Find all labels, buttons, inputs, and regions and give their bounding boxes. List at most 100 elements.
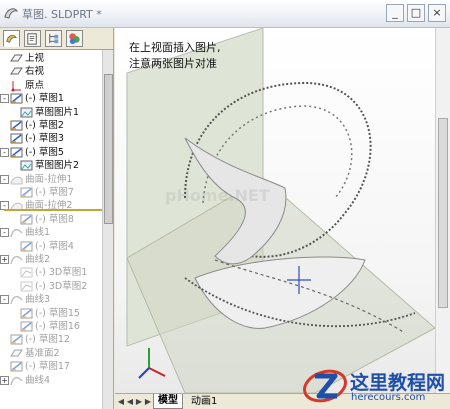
tree-item[interactable]: (-) 草图12 xyxy=(0,333,102,346)
tab-animation[interactable]: 动画1 xyxy=(187,395,221,409)
tree-item[interactable]: + 曲线4 xyxy=(0,374,102,387)
configuration-manager-tab[interactable] xyxy=(45,30,62,47)
tree-item[interactable]: - 曲线3 xyxy=(0,293,102,306)
watermark: pHome.NET xyxy=(165,186,270,205)
tree-item-label: (-) 草图4 xyxy=(35,240,74,252)
tree-item[interactable]: (-) 草图7 xyxy=(0,186,102,199)
tree-item[interactable]: 草图图片2 xyxy=(0,159,102,172)
tree-item-label: 曲线4 xyxy=(25,374,51,386)
tree-item-label: (-) 草图3 xyxy=(25,133,64,145)
site-url: herecours.com xyxy=(351,392,426,403)
display-icon xyxy=(69,33,80,45)
plane-icon xyxy=(10,347,23,360)
feature-tree: 上视 右视 原点 - (-) 草图1 草图图片1 (-) 草图2 (-) 草图3 - (-) 草图… xyxy=(0,52,102,409)
plane-icon xyxy=(10,52,23,65)
tree-item[interactable]: (-) 草图4 xyxy=(0,240,102,253)
sketch-icon xyxy=(10,132,23,145)
feature-manager-panel: 上视 右视 原点 - (-) 草图1 草图图片1 (-) 草图2 (-) 草图3 - (-) 草图… xyxy=(0,28,114,409)
surface-icon xyxy=(10,173,23,186)
axis-triad-icon xyxy=(138,348,166,379)
rollback-bar[interactable] xyxy=(4,209,102,211)
tree-expander[interactable]: - xyxy=(0,174,9,184)
panel-scrollbar[interactable] xyxy=(102,50,113,409)
tree-item[interactable]: (-) 草图3 xyxy=(0,132,102,145)
tree-item[interactable]: (-) 草图17 xyxy=(0,360,102,373)
plane-icon xyxy=(10,65,23,78)
viewport-scrollbar[interactable] xyxy=(435,28,450,393)
picture-icon xyxy=(20,106,33,119)
tree-item[interactable]: (-) 3D草图1 xyxy=(0,266,102,279)
tree-item[interactable]: 右视 xyxy=(0,65,102,78)
curve-icon xyxy=(10,293,23,306)
tree-item[interactable]: 基准面2 xyxy=(0,347,102,360)
tree-item[interactable]: (-) 草图16 xyxy=(0,320,102,333)
tree-item[interactable]: - (-) 草图1 xyxy=(0,92,102,105)
tree-item[interactable]: - (-) 草图5 xyxy=(0,146,102,159)
model-view[interactable] xyxy=(115,28,435,393)
tree-item-label: (-) 草图17 xyxy=(25,361,70,373)
tree-item-label: (-) 草图2 xyxy=(25,120,64,131)
tree-item-label: (-) 草图1 xyxy=(25,93,64,105)
property-manager-tab[interactable] xyxy=(24,30,41,47)
tree-item-label: 曲面-拉伸1 xyxy=(25,173,73,185)
graphics-area[interactable]: 在上视面插入图片, 注意两张图片对准 pHome.NET xyxy=(115,28,435,393)
tree-item[interactable]: - 曲线1 xyxy=(0,226,102,239)
tree-expander[interactable]: - xyxy=(0,228,9,238)
site-logo: 这里教程网 herecours.com xyxy=(300,362,450,409)
tree-item[interactable]: (-) 草图2 xyxy=(0,119,102,132)
tree-item-label: 草图图片1 xyxy=(35,106,80,118)
tree-item-label: (-) 草图7 xyxy=(35,187,74,198)
tree-expander[interactable]: - xyxy=(0,147,9,157)
tree-expander[interactable]: + xyxy=(0,375,9,385)
tree-item[interactable]: (-) 草图8 xyxy=(0,213,102,226)
sketch-icon xyxy=(10,119,23,132)
last-tab-button[interactable]: ▶ xyxy=(144,396,152,407)
sketch-icon xyxy=(10,146,23,159)
property-icon xyxy=(27,33,37,45)
tree-item-label: (-) 草图8 xyxy=(35,213,74,225)
tree-item-label: (-) 草图5 xyxy=(25,146,64,158)
tree-item-label: (-) 草图15 xyxy=(35,307,80,319)
tab-model[interactable]: 模型 xyxy=(153,394,183,409)
tree-item[interactable]: (-) 3D草图2 xyxy=(0,280,102,293)
prev-tab-button[interactable]: ◀ xyxy=(126,396,134,407)
feature-manager-tab[interactable] xyxy=(3,30,20,47)
window-title: 草图. SLDPRT * xyxy=(22,8,102,21)
tree-item-label: (-) 草图12 xyxy=(25,334,70,346)
sketch-icon xyxy=(20,213,33,226)
sketch-icon xyxy=(20,240,33,253)
tree-item-label: (-) 3D草图1 xyxy=(35,267,88,279)
sketch3d-icon xyxy=(20,266,33,279)
tree-expander[interactable]: - xyxy=(0,295,9,305)
tree-item-label: 草图图片2 xyxy=(35,160,80,172)
tree-item-label: 上视 xyxy=(25,53,45,64)
sketch-icon xyxy=(10,360,23,373)
site-name: 这里教程网 xyxy=(350,372,446,394)
tree-item[interactable]: + 曲线2 xyxy=(0,253,102,266)
annotation-note: 在上视面插入图片, 注意两张图片对准 xyxy=(129,40,221,72)
viewport-scroll-thumb[interactable] xyxy=(438,118,448,308)
next-tab-button[interactable]: ▶ xyxy=(135,396,143,407)
tree-expander[interactable]: + xyxy=(0,255,9,264)
tree-item[interactable]: 原点 xyxy=(0,79,102,92)
close-button[interactable]: × xyxy=(428,4,446,22)
display-manager-tab[interactable] xyxy=(66,30,83,47)
origin-icon xyxy=(10,79,23,92)
solidworks-part-icon xyxy=(4,8,18,19)
tree-item[interactable]: (-) 草图15 xyxy=(0,307,102,320)
sketch-icon xyxy=(10,92,23,105)
title-bar: 草图. SLDPRT * _ □ × xyxy=(0,0,450,28)
tree-item[interactable]: 上视 xyxy=(0,52,102,65)
configuration-icon xyxy=(49,33,59,44)
maximize-button[interactable]: □ xyxy=(407,4,425,22)
tree-item[interactable]: - 曲面-拉伸1 xyxy=(0,173,102,186)
panel-scroll-thumb[interactable] xyxy=(104,74,113,224)
tree-item-label: 曲线1 xyxy=(25,227,51,239)
first-tab-button[interactable]: ◀ xyxy=(117,396,125,407)
sketch-icon xyxy=(20,186,33,199)
tree-expander[interactable]: - xyxy=(0,94,9,104)
minimize-button[interactable]: _ xyxy=(386,4,404,22)
annotation-line-1: 在上视面插入图片, xyxy=(129,41,221,54)
tree-item[interactable]: 草图图片1 xyxy=(0,106,102,119)
tree-item-label: (-) 草图16 xyxy=(35,321,80,332)
